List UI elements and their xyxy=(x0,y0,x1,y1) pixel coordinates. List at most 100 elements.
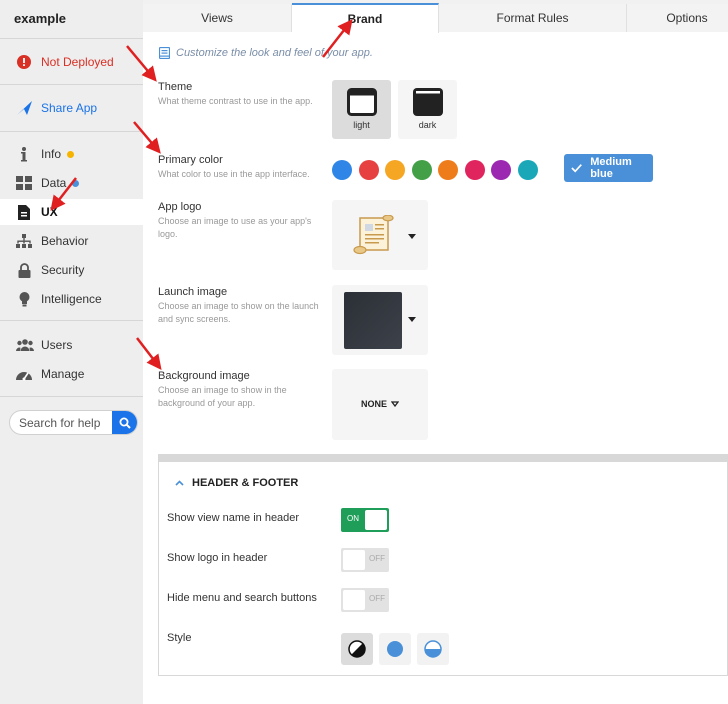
theme-desc: What theme contrast to use in the app. xyxy=(158,96,313,106)
color-swatch[interactable] xyxy=(332,160,352,180)
color-swatch[interactable] xyxy=(491,160,511,180)
chevron-down-icon xyxy=(391,401,399,407)
background-image-desc: Choose an image to show in the backgroun… xyxy=(158,385,287,408)
tab-views[interactable]: Views xyxy=(143,4,292,32)
primary-color-desc: What color to use in the app interface. xyxy=(158,169,310,179)
toggle-knob xyxy=(343,590,365,610)
sidebar-item-intelligence[interactable]: Intelligence xyxy=(0,286,143,312)
chevron-down-icon xyxy=(408,317,416,322)
launch-image-thumbnail xyxy=(344,292,402,349)
background-image-value: NONE xyxy=(361,399,388,409)
solid-circle-icon xyxy=(387,641,403,657)
search-icon xyxy=(119,417,131,429)
sidebar-item-manage[interactable]: Manage xyxy=(0,361,143,387)
scroll-icon xyxy=(353,215,394,255)
hide-menu-search-label: Hide menu and search buttons xyxy=(167,592,317,604)
sidebar: example Not Deployed Share App Info Data… xyxy=(0,0,143,704)
light-theme-icon xyxy=(346,88,377,116)
show-view-name-toggle[interactable]: ON xyxy=(341,508,389,532)
app-logo-desc: Choose an image to use as your app's log… xyxy=(158,216,312,239)
primary-color-title: Primary color xyxy=(158,154,223,166)
selected-color-button[interactable]: Medium blue xyxy=(564,154,653,182)
sidebar-divider xyxy=(0,38,143,39)
half-circle-icon xyxy=(424,640,442,658)
sidebar-item-data[interactable]: Data xyxy=(0,170,143,196)
color-swatch[interactable] xyxy=(464,160,485,180)
check-icon xyxy=(571,164,582,173)
selected-color-label: Medium blue xyxy=(590,156,632,180)
theme-option-dark[interactable]: dark xyxy=(398,80,457,139)
lightbulb-icon xyxy=(16,291,32,307)
color-swatch[interactable] xyxy=(358,160,379,180)
launch-image-desc: Choose an image to show on the launch an… xyxy=(158,301,319,324)
sidebar-item-behavior[interactable]: Behavior xyxy=(0,228,143,254)
toggle-state: OFF xyxy=(369,594,385,603)
sidebar-divider xyxy=(0,396,143,397)
theme-title: Theme xyxy=(158,81,193,93)
background-image-picker[interactable]: NONE xyxy=(332,369,428,440)
sidebar-item-label: Data xyxy=(41,176,67,190)
search-button[interactable] xyxy=(112,411,137,434)
color-swatch[interactable] xyxy=(438,160,458,180)
lock-icon xyxy=(16,262,32,278)
toggle-knob xyxy=(365,510,387,530)
toggle-state: OFF xyxy=(369,554,385,563)
sidebar-item-ux[interactable]: UX xyxy=(0,199,143,225)
tab-bar: Views Brand Format Rules Options xyxy=(143,0,728,33)
app-logo-title: App logo xyxy=(158,201,202,213)
users-icon xyxy=(16,337,34,353)
chevron-up-icon xyxy=(175,480,184,486)
background-image-title: Background image xyxy=(158,370,250,382)
sidebar-divider xyxy=(0,320,143,321)
style-label: Style xyxy=(167,632,192,644)
style-option-contrast[interactable] xyxy=(341,633,373,665)
app-name[interactable]: example xyxy=(14,11,66,26)
section-title: HEADER & FOOTER xyxy=(192,477,299,489)
search-input[interactable] xyxy=(19,415,114,431)
color-swatch[interactable] xyxy=(517,160,538,180)
brand-hint: Customize the look and feel of your app. xyxy=(159,47,373,59)
tab-brand[interactable]: Brand xyxy=(292,3,439,33)
sidebar-item-security[interactable]: Security xyxy=(0,257,143,283)
grid-icon xyxy=(16,175,32,191)
launch-image-picker[interactable] xyxy=(332,285,428,355)
show-logo-toggle[interactable]: OFF xyxy=(341,548,389,572)
hide-menu-search-toggle[interactable]: OFF xyxy=(341,588,389,612)
sidebar-item-info[interactable]: Info xyxy=(0,141,143,167)
sidebar-item-label: Users xyxy=(41,338,73,352)
help-search xyxy=(9,410,138,435)
sidebar-divider xyxy=(0,131,143,132)
tab-options[interactable]: Options xyxy=(627,4,728,32)
send-icon xyxy=(16,100,32,116)
dashboard-icon xyxy=(16,366,32,382)
dark-theme-icon xyxy=(412,88,443,116)
style-option-half[interactable] xyxy=(417,633,449,665)
sidebar-item-label: Info xyxy=(41,147,62,161)
sidebar-item-label: Share App xyxy=(41,101,98,115)
hint-text: Customize the look and feel of your app. xyxy=(176,47,373,59)
sidebar-item-users[interactable]: Users xyxy=(0,332,143,358)
sidebar-item-share-app[interactable]: Share App xyxy=(0,95,143,121)
sidebar-divider xyxy=(0,84,143,85)
book-icon xyxy=(159,47,170,59)
document-icon xyxy=(16,204,32,220)
sidebar-item-deploy-status[interactable]: Not Deployed xyxy=(0,49,143,75)
info-icon xyxy=(16,146,32,162)
color-swatch[interactable] xyxy=(385,160,405,180)
show-logo-label: Show logo in header xyxy=(167,552,268,564)
color-swatch[interactable] xyxy=(411,160,432,180)
hierarchy-icon xyxy=(16,233,32,249)
theme-option-light[interactable]: light xyxy=(332,80,391,139)
sidebar-item-label: UX xyxy=(41,205,58,219)
brand-settings: Customize the look and feel of your app.… xyxy=(143,33,728,704)
show-view-name-label: Show view name in header xyxy=(167,512,300,524)
style-option-solid[interactable] xyxy=(379,633,411,665)
sidebar-item-label: Behavior xyxy=(41,234,89,248)
app-logo-picker[interactable] xyxy=(332,200,428,270)
sidebar-item-label: Not Deployed xyxy=(41,55,114,69)
status-dot xyxy=(72,179,80,187)
sidebar-item-label: Security xyxy=(41,263,85,277)
header-footer-toggle[interactable]: HEADER & FOOTER xyxy=(175,477,298,489)
tab-format-rules[interactable]: Format Rules xyxy=(439,4,627,32)
launch-image-title: Launch image xyxy=(158,286,228,298)
